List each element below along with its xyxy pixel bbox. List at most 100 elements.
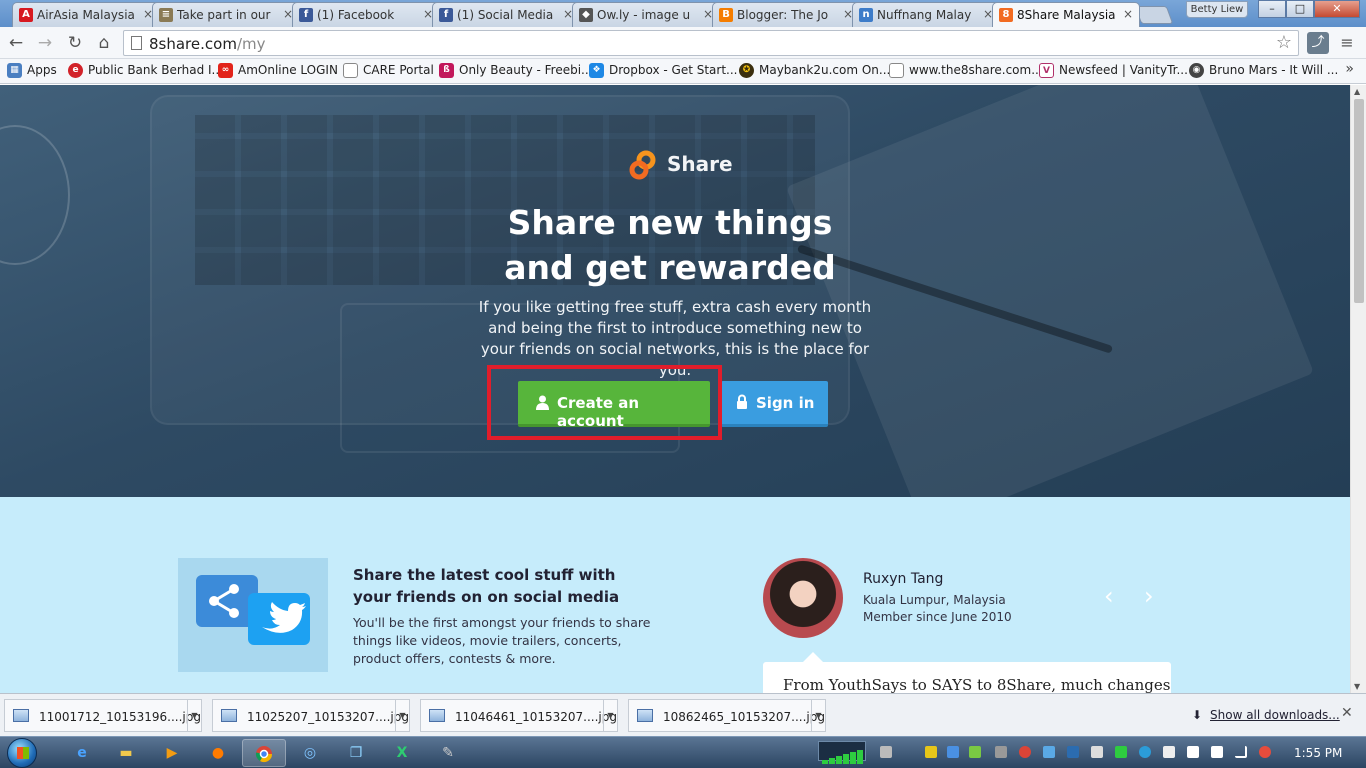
profile-button[interactable]: Betty Liew — [1186, 1, 1248, 18]
tab-owly[interactable]: ◆ Ow.ly - image u × — [572, 2, 720, 27]
testimonial-avatar — [763, 558, 843, 638]
close-window-button[interactable]: ✕ — [1314, 0, 1360, 18]
bookmark-label: AmOnline LOGIN — [238, 63, 338, 77]
carousel-next-icon[interactable]: › — [1144, 582, 1154, 610]
excel-icon[interactable]: X — [380, 739, 424, 767]
bookmark-amonline[interactable]: ∞ AmOnline LOGIN — [218, 63, 338, 78]
address-bar[interactable]: 8share.com/my ☆ — [123, 30, 1299, 56]
extension-icon[interactable]: ⤴ — [1307, 32, 1329, 54]
start-button[interactable] — [7, 738, 37, 768]
chrome-tray-icon[interactable] — [1019, 746, 1031, 758]
power-icon[interactable] — [1163, 746, 1175, 758]
browser-tab-strip: A AirAsia Malaysia × ≡ Take part in our … — [0, 0, 1366, 27]
reload-button[interactable]: ↻ — [64, 33, 86, 55]
onlybeauty-icon: ß — [439, 63, 454, 78]
download-item[interactable]: 10862465_10153207....jpg ▼ — [628, 699, 826, 732]
chrome-icon[interactable] — [242, 739, 286, 767]
download-menu-icon[interactable]: ▼ — [603, 700, 617, 731]
bookmark-only-beauty[interactable]: ß Only Beauty - Freebi... — [439, 63, 593, 78]
owl-icon: ◆ — [579, 8, 593, 22]
bookmark-dropbox[interactable]: ❖ Dropbox - Get Start... — [589, 63, 737, 78]
wireless-icon[interactable] — [880, 746, 892, 758]
bookmark-public-bank[interactable]: e Public Bank Berhad I... — [68, 63, 223, 78]
tab-title: (1) Social Media — [457, 8, 554, 22]
bookmark-star-icon[interactable]: ☆ — [1276, 32, 1292, 53]
url-text[interactable]: 8share.com/my — [149, 35, 265, 53]
document-icon: ≡ — [159, 8, 173, 22]
tab-take-part[interactable]: ≡ Take part in our × — [152, 2, 300, 27]
tab-8share-active[interactable]: 8 8Share Malaysia × — [992, 2, 1140, 27]
bookmark-apps[interactable]: ▦ Apps — [7, 63, 57, 78]
download-menu-icon[interactable]: ▼ — [395, 700, 409, 731]
page-icon — [131, 36, 142, 50]
bookmarks-bar: ▦ Apps e Public Bank Berhad I... ∞ AmOnline… — [0, 59, 1366, 84]
tab-facebook[interactable]: f (1) Facebook × — [292, 2, 440, 27]
browser-toolbar: ← → ↻ ⌂ 8share.com/my ☆ ⤴ ≡ — [0, 27, 1366, 59]
monitor-tray-icon[interactable] — [1115, 746, 1127, 758]
tab-social-media[interactable]: f (1) Social Media × — [432, 2, 580, 27]
more-bookmarks-icon[interactable]: » — [1345, 61, 1354, 77]
signal-bars-icon — [822, 745, 864, 764]
home-button[interactable]: ⌂ — [93, 33, 115, 55]
usb-icon[interactable] — [1211, 746, 1223, 758]
media-player-icon[interactable]: ▶ — [150, 739, 194, 767]
tab-close-icon[interactable]: × — [1123, 7, 1133, 21]
paint-icon[interactable]: ✎ — [426, 739, 470, 767]
lock-tray-icon[interactable] — [1091, 746, 1103, 758]
music-icon: ◉ — [1189, 63, 1204, 78]
chat-icon[interactable]: ❐ — [334, 739, 378, 767]
testimonial-member-since: Member since June 2010 — [863, 610, 1012, 624]
new-tab-button[interactable] — [1134, 6, 1174, 24]
testimonial-quote-box: From YouthSays to SAYS to 8Share, much c… — [763, 652, 1171, 693]
bookmark-the8share[interactable]: www.the8share.com... — [889, 63, 1043, 78]
network-globe-icon[interactable]: ◎ — [288, 739, 332, 767]
minimize-button[interactable]: – — [1258, 0, 1286, 18]
internet-explorer-icon[interactable]: e — [60, 739, 104, 767]
social-share-illustration — [178, 558, 328, 672]
download-item[interactable]: 11001712_10153196....jpg ▼ — [4, 699, 202, 732]
scroll-down-icon[interactable]: ▼ — [1354, 682, 1360, 691]
wifi-signal-icon[interactable] — [1235, 746, 1247, 758]
download-menu-icon[interactable]: ▼ — [187, 700, 201, 731]
bookmark-care-portal[interactable]: CARE Portal — [343, 63, 434, 78]
page-scrollbar[interactable]: ▲ ▼ — [1350, 85, 1366, 693]
bookmark-vanitytrove[interactable]: V Newsfeed | VanityTr... — [1039, 63, 1188, 78]
carousel-prev-icon[interactable]: ‹ — [1104, 582, 1114, 610]
download-item[interactable]: 11046461_10153207....jpg ▼ — [420, 699, 618, 732]
maximize-button[interactable]: □ — [1286, 0, 1314, 18]
tab-blogger[interactable]: B Blogger: The Jo × — [712, 2, 860, 27]
battery-icon[interactable] — [1187, 746, 1199, 758]
sign-in-button[interactable]: Sign in — [721, 381, 828, 427]
cloud-icon[interactable] — [1043, 746, 1055, 758]
scroll-up-icon[interactable]: ▲ — [1354, 87, 1360, 96]
scrollbar-thumb[interactable] — [1354, 99, 1364, 303]
download-menu-icon[interactable]: ▼ — [811, 700, 825, 731]
taskbar-clock[interactable]: 1:55 PM — [1294, 746, 1342, 760]
maybank-icon: ✪ — [739, 63, 754, 78]
volume-muted-icon[interactable] — [1259, 746, 1271, 758]
8share-logo-icon — [629, 150, 656, 180]
menu-icon[interactable]: ≡ — [1336, 32, 1358, 54]
update-icon[interactable] — [969, 746, 981, 758]
bookmark-label: Public Bank Berhad I... — [88, 63, 223, 77]
tab-title: Nuffnang Malay — [877, 8, 972, 22]
tab-nuffnang[interactable]: n Nuffnang Malay × — [852, 2, 1000, 27]
show-all-downloads-link[interactable]: ⬇ Show all downloads... — [1192, 708, 1340, 722]
bookmark-bruno-mars[interactable]: ◉ Bruno Mars - It Will ... — [1189, 63, 1338, 78]
dropbox-icon: ❖ — [589, 63, 604, 78]
security-shield-icon[interactable] — [925, 746, 937, 758]
file-explorer-icon[interactable]: ▬ — [104, 739, 148, 767]
sync-icon[interactable] — [1139, 746, 1151, 758]
download-filename: 11001712_10153196....jpg — [39, 710, 201, 724]
download-item[interactable]: 11025207_10153207....jpg ▼ — [212, 699, 410, 732]
firefox-icon[interactable]: ● — [196, 739, 240, 767]
back-button[interactable]: ← — [5, 33, 27, 55]
bookmark-maybank[interactable]: ✪ Maybank2u.com On... — [739, 63, 890, 78]
close-downloads-icon[interactable]: ✕ — [1341, 705, 1353, 721]
device-icon[interactable] — [1067, 746, 1079, 758]
forward-button[interactable]: → — [34, 33, 56, 55]
notification-icon[interactable] — [995, 746, 1007, 758]
download-filename: 11046461_10153207....jpg — [455, 710, 617, 724]
bluetooth-icon[interactable] — [947, 746, 959, 758]
tab-airasia[interactable]: A AirAsia Malaysia × — [12, 2, 160, 27]
